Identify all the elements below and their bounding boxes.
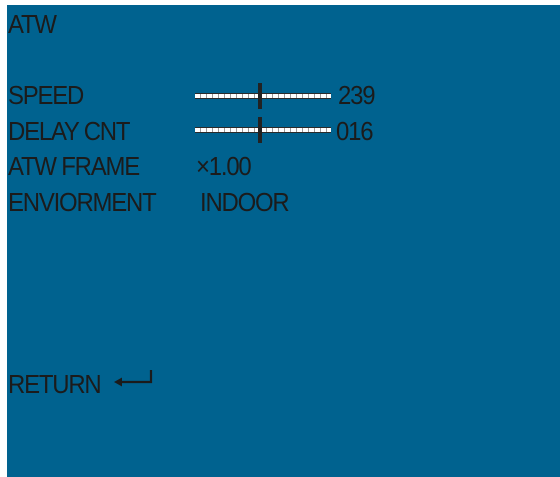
enviorment-label: ENVIORMENT [8,187,157,217]
speed-value: 239 [338,80,376,110]
delay-cnt-value: 016 [336,116,374,146]
delay-cnt-slider[interactable] [195,117,331,143]
speed-slider-track [195,93,331,99]
osd-screen: ATW SPEED 239 DELAY CNT 016 ATW FRAME ×1… [7,5,560,477]
atw-frame-label: ATW FRAME [8,151,140,181]
return-label[interactable]: RETURN [8,370,102,398]
enter-arrow-icon [114,370,153,387]
menu-title: ATW [8,9,57,39]
speed-slider-thumb[interactable] [258,83,262,109]
speed-label: SPEED [8,80,84,110]
atw-frame-value[interactable]: ×1.00 [196,152,252,180]
enviorment-value[interactable]: INDOOR [200,188,290,216]
delay-cnt-slider-thumb[interactable] [258,117,262,143]
delay-cnt-label: DELAY CNT [8,116,130,146]
speed-slider[interactable] [195,83,331,109]
delay-cnt-slider-track [195,127,331,133]
